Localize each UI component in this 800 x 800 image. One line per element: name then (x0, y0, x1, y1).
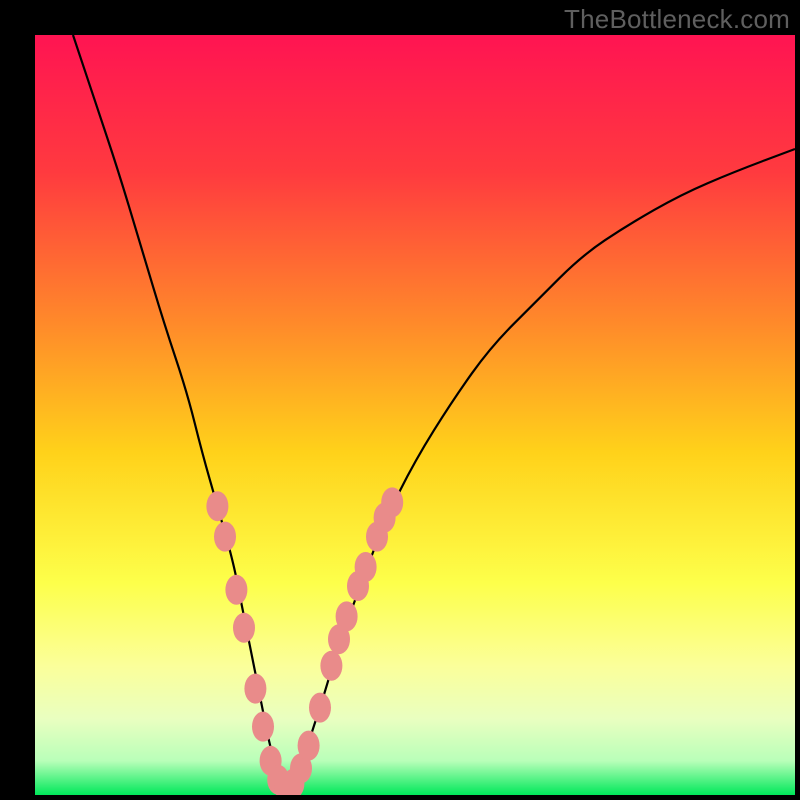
curve-marker (320, 651, 342, 681)
curve-marker (214, 522, 236, 552)
watermark-text: TheBottleneck.com (564, 4, 790, 35)
bottleneck-chart (35, 35, 795, 795)
curve-marker (206, 491, 228, 521)
curve-marker (309, 693, 331, 723)
plot-area (35, 35, 795, 795)
gradient-background (35, 35, 795, 795)
curve-marker (355, 552, 377, 582)
curve-marker (381, 487, 403, 517)
curve-marker (233, 613, 255, 643)
curve-marker (336, 601, 358, 631)
curve-marker (244, 674, 266, 704)
outer-frame: TheBottleneck.com (0, 0, 800, 800)
curve-marker (225, 575, 247, 605)
curve-marker (298, 731, 320, 761)
curve-marker (252, 712, 274, 742)
